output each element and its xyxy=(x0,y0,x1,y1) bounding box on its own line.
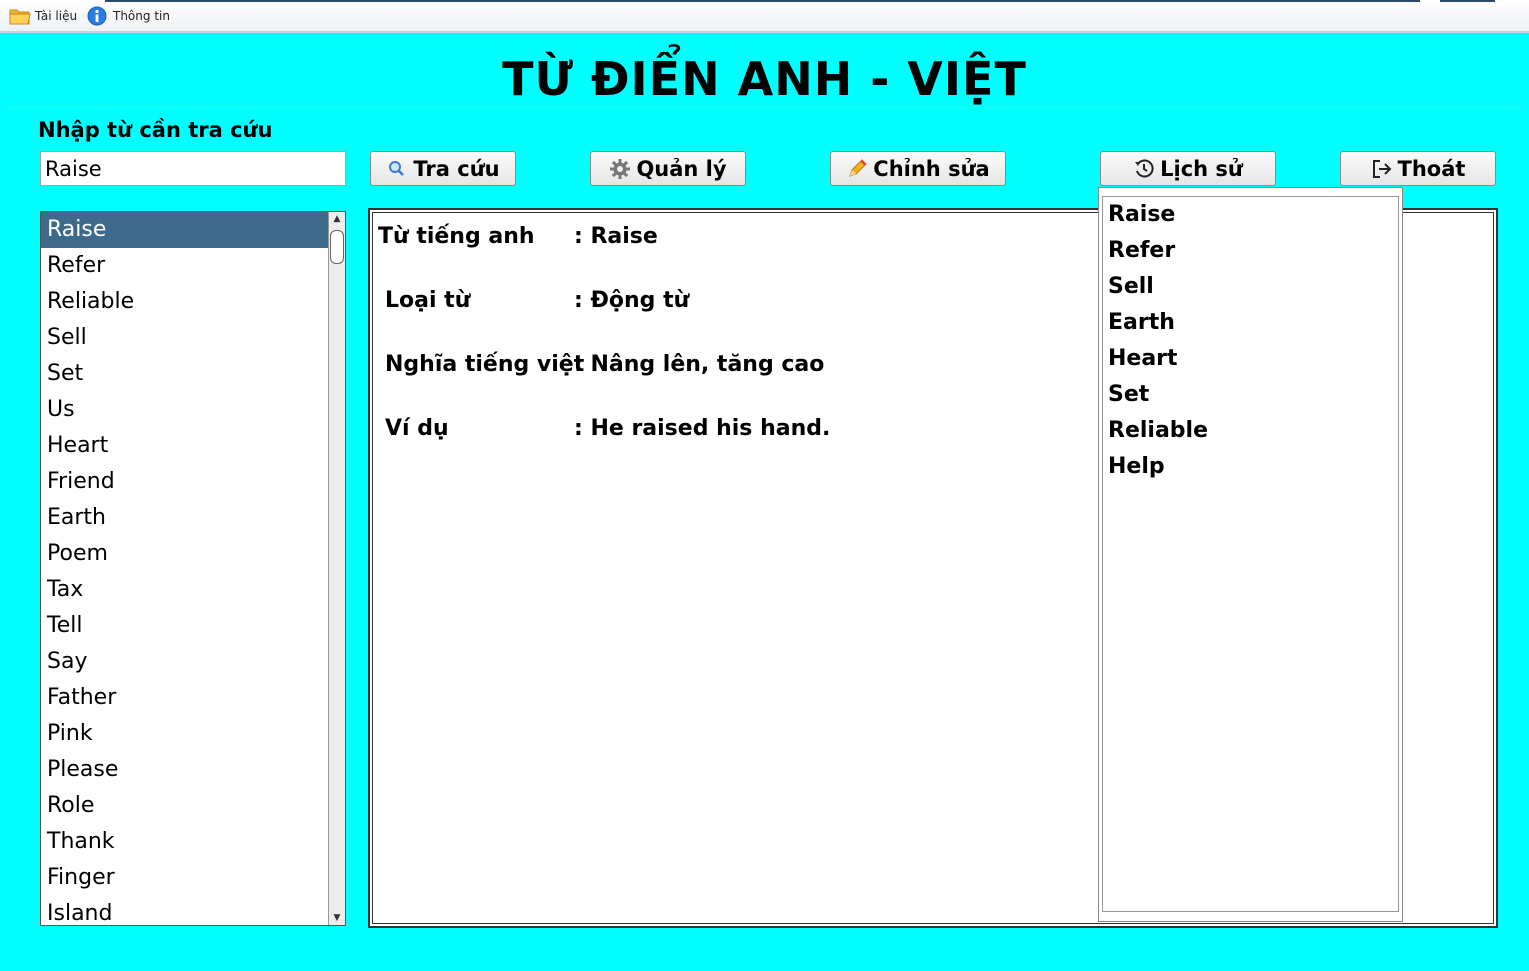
history-dropdown: Raise Refer Sell Earth Heart Set Reliable Help xyxy=(1098,187,1403,922)
meaning-value: : Nâng lên, tăng cao xyxy=(574,352,825,377)
history-item[interactable]: Refer xyxy=(1103,233,1398,269)
manage-button[interactable]: Quản lý xyxy=(590,151,746,186)
word-list-item[interactable]: Heart xyxy=(41,428,329,464)
word-list-item[interactable]: Pink xyxy=(41,716,329,752)
meaning-label: Nghĩa tiếng việt xyxy=(385,352,585,377)
history-item[interactable]: Reliable xyxy=(1103,413,1398,449)
exit-icon xyxy=(1371,158,1393,180)
history-item[interactable]: Help xyxy=(1103,449,1398,485)
history-item[interactable]: Set xyxy=(1103,377,1398,413)
word-list-item[interactable]: Please xyxy=(41,752,329,788)
english-word-label: Từ tiếng anh xyxy=(378,224,535,249)
edit-button-label: Chỉnh sửa xyxy=(873,156,990,181)
english-word-value: : Raise xyxy=(574,224,658,249)
scroll-down-icon[interactable]: ▼ xyxy=(329,911,345,925)
word-list[interactable]: Raise Refer Reliable Sell Set Us Heart Friend Ea… xyxy=(40,211,346,926)
history-button[interactable]: Lịch sử xyxy=(1100,151,1276,186)
word-list-item[interactable]: Father xyxy=(41,680,329,716)
folder-icon xyxy=(9,6,31,26)
pencil-icon xyxy=(846,158,868,180)
menu-item-documents-label: Tài liệu xyxy=(35,9,78,23)
edit-button[interactable]: Chỉnh sửa xyxy=(830,151,1006,186)
page-title: TỪ ĐIỂN ANH - VIỆT xyxy=(502,52,1027,106)
word-list-item[interactable]: Tax xyxy=(41,572,329,608)
word-type-value: : Động từ xyxy=(574,288,690,313)
title-divider xyxy=(8,107,1521,108)
word-list-item[interactable]: Say xyxy=(41,644,329,680)
lookup-button[interactable]: Tra cứu xyxy=(370,151,516,186)
gear-icon xyxy=(609,158,631,180)
window-top-border xyxy=(0,0,1529,2)
word-list-item[interactable]: Island xyxy=(41,896,329,925)
word-type-label: Loại từ xyxy=(385,288,471,313)
history-item[interactable]: Raise xyxy=(1103,197,1398,233)
word-list-item[interactable]: Refer xyxy=(41,248,329,284)
history-icon xyxy=(1133,158,1155,180)
word-list-item[interactable]: Earth xyxy=(41,500,329,536)
word-list-item[interactable]: Reliable xyxy=(41,284,329,320)
lookup-button-label: Tra cứu xyxy=(413,156,500,181)
scroll-up-icon[interactable]: ▲ xyxy=(329,212,345,226)
search-label: Nhập từ cần tra cứu xyxy=(38,118,273,142)
search-input[interactable] xyxy=(40,151,346,186)
example-label: Ví dụ xyxy=(385,416,449,441)
info-icon xyxy=(87,6,107,26)
exit-button-label: Thoát xyxy=(1397,156,1466,181)
word-list-item[interactable]: Sell xyxy=(41,320,329,356)
word-list-item[interactable]: Raise xyxy=(41,212,329,248)
history-item[interactable]: Earth xyxy=(1103,305,1398,341)
history-button-label: Lịch sử xyxy=(1160,156,1243,181)
menu-item-info-label: Thông tin xyxy=(113,9,170,23)
menu-bar: Tài liệu Thông tin xyxy=(0,0,1529,33)
word-list-scrollbar[interactable]: ▲ ▼ xyxy=(328,212,345,925)
manage-button-label: Quản lý xyxy=(636,156,727,181)
word-list-item[interactable]: Us xyxy=(41,392,329,428)
word-list-item[interactable]: Tell xyxy=(41,608,329,644)
word-list-item[interactable]: Thank xyxy=(41,824,329,860)
word-list-item[interactable]: Finger xyxy=(41,860,329,896)
word-list-item[interactable]: Role xyxy=(41,788,329,824)
example-value: : He raised his hand. xyxy=(574,416,831,441)
exit-button[interactable]: Thoát xyxy=(1340,151,1496,186)
menu-item-documents[interactable]: Tài liệu xyxy=(9,5,77,27)
history-list: Raise Refer Sell Earth Heart Set Reliable Help xyxy=(1102,196,1399,912)
menu-item-info[interactable]: Thông tin xyxy=(87,5,170,27)
history-item[interactable]: Sell xyxy=(1103,269,1398,305)
scroll-thumb[interactable] xyxy=(330,230,344,264)
history-item[interactable]: Heart xyxy=(1103,341,1398,377)
word-list-item[interactable]: Set xyxy=(41,356,329,392)
word-list-item[interactable]: Poem xyxy=(41,536,329,572)
word-list-item[interactable]: Friend xyxy=(41,464,329,500)
search-icon xyxy=(386,158,408,180)
